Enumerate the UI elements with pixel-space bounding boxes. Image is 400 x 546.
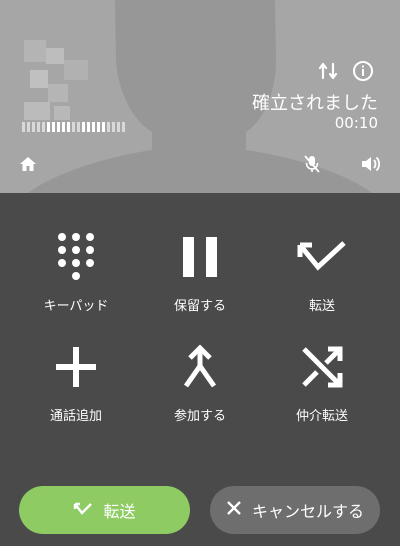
header-icons (318, 60, 374, 86)
merge-label: 参加する (173, 409, 226, 424)
transfer-button[interactable]: 転送 (19, 486, 190, 534)
call-actions-grid: キーパッド 保留する 転送 通話追加 参加する 仲介転送 (0, 193, 400, 453)
info-icon[interactable] (352, 60, 374, 86)
merge-button[interactable]: 参加する (140, 339, 260, 424)
speaker-icon[interactable] (360, 154, 382, 178)
add-call-button[interactable]: 通話追加 (16, 339, 136, 424)
swap-audio-icon[interactable] (318, 61, 338, 85)
keypad-label: キーパッド (43, 299, 109, 314)
shuffle-icon (262, 339, 382, 395)
mic-off-icon[interactable] (302, 154, 322, 178)
plus-icon (16, 339, 136, 395)
close-icon (226, 500, 242, 520)
call-header: 確立されました 00:10 (0, 0, 400, 193)
contact-avatar (24, 40, 94, 135)
merge-icon (140, 339, 260, 395)
hold-button[interactable]: 保留する (140, 229, 260, 314)
attended-transfer-button[interactable]: 仲介転送 (262, 339, 382, 424)
pause-icon (140, 229, 260, 285)
home-icon[interactable] (18, 154, 38, 178)
call-status: 確立されました (252, 93, 378, 114)
transfer-check-icon (73, 501, 93, 520)
hold-label: 保留する (173, 299, 226, 314)
dialpad-icon (16, 229, 136, 285)
call-screen: 確立されました 00:10 キーパッド 保留する 転送 通話追加 参加する 仲介… (0, 0, 400, 546)
attended-transfer-label: 仲介転送 (295, 409, 348, 424)
transfer-action-button[interactable]: 転送 (262, 229, 382, 314)
cancel-button[interactable]: キャンセルする (210, 486, 380, 534)
call-timer: 00:10 (334, 114, 378, 132)
cancel-button-label: キャンセルする (251, 502, 364, 521)
transfer-button-label: 転送 (103, 502, 136, 521)
audio-level-indicator (22, 122, 125, 132)
keypad-button[interactable]: キーパッド (16, 229, 136, 314)
transfer-action-label: 転送 (308, 299, 335, 314)
add-call-label: 通話追加 (49, 409, 102, 424)
transfer-icon (262, 229, 382, 285)
